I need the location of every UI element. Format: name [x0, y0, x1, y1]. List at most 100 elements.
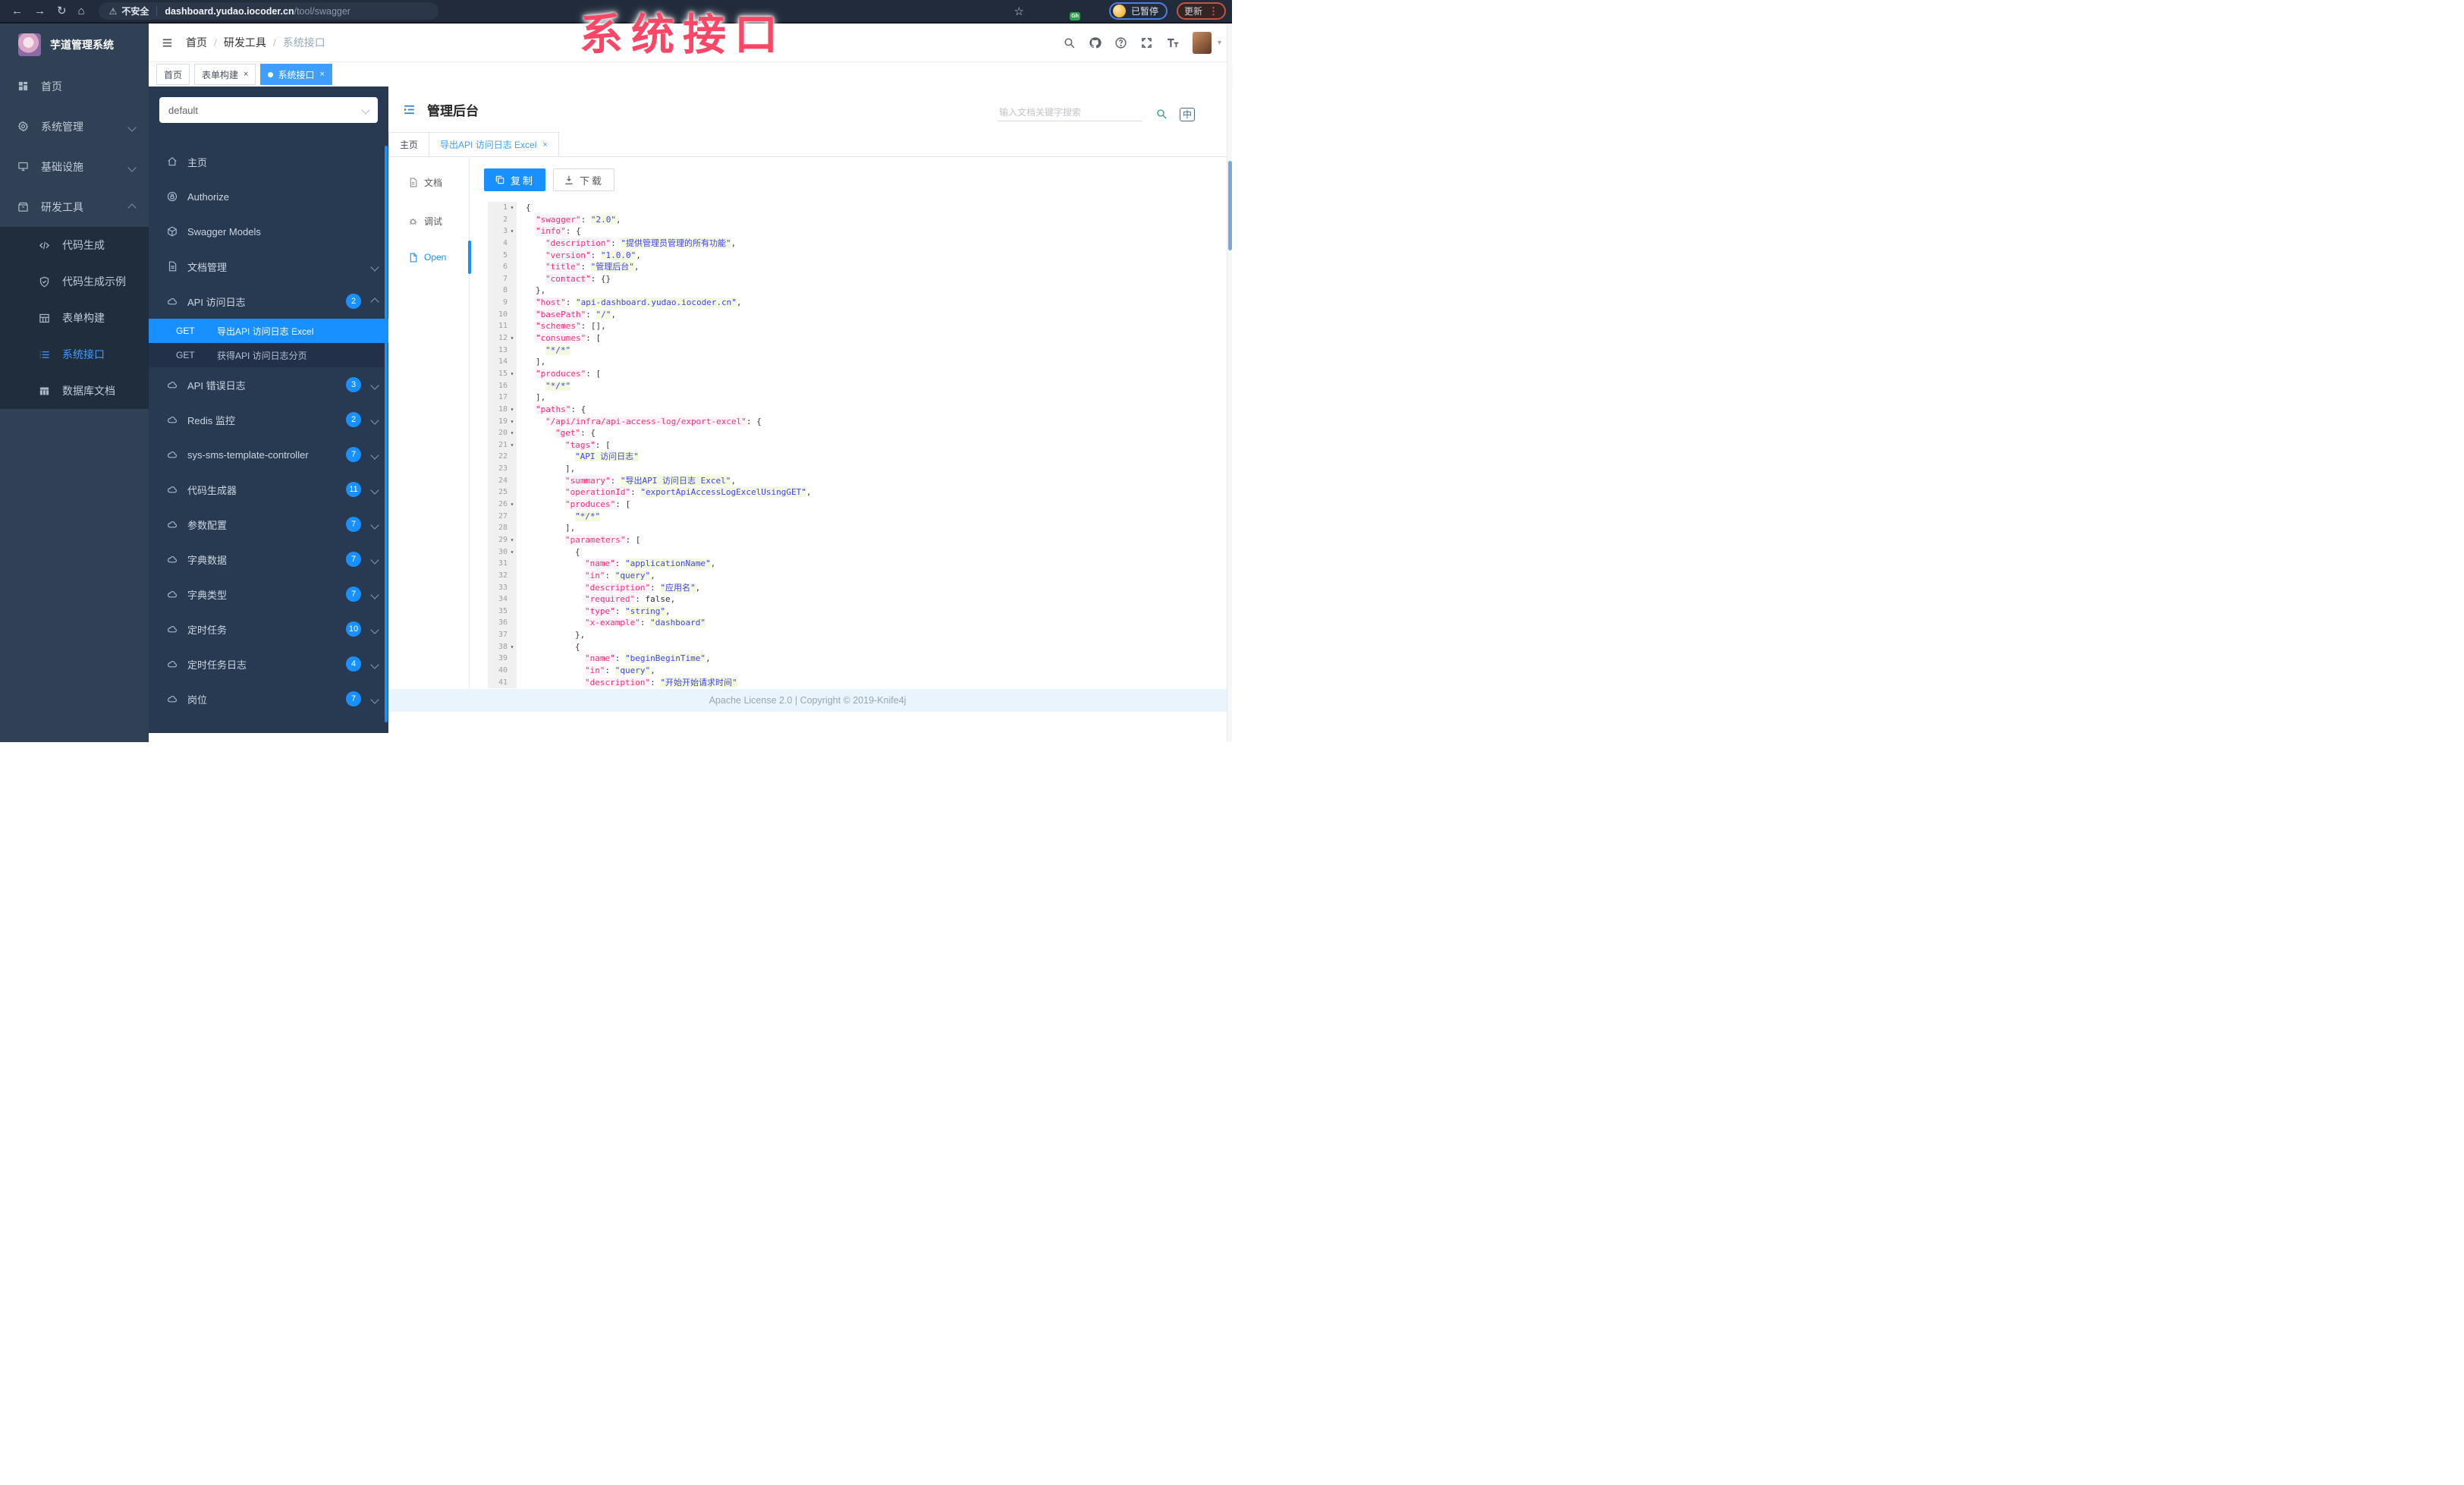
fold-toggle-icon[interactable]: ▾: [508, 332, 517, 345]
help-icon[interactable]: [1114, 36, 1127, 49]
fold-toggle-icon[interactable]: ▾: [508, 499, 517, 511]
fold-toggle-icon[interactable]: ▾: [508, 403, 517, 416]
page-scrollbar[interactable]: [1227, 24, 1232, 742]
chevron-down-icon[interactable]: [370, 484, 379, 496]
sidebar-item-2[interactable]: 基础设施: [0, 146, 149, 187]
app-sidebar: 芋道管理系统 首页 系统管理 基础设施 研发工具 代码生成 代码生成示例 表单构建 系统接口数…: [0, 24, 149, 742]
security-label[interactable]: 不安全: [121, 5, 149, 17]
chevron-up-icon[interactable]: [127, 201, 137, 213]
chevron-down-icon[interactable]: [370, 379, 379, 391]
profile-paused-pill[interactable]: 已暂停: [1108, 2, 1168, 20]
swagger-nav-item-4[interactable]: API 访问日志 2: [149, 284, 388, 319]
browser-home-icon[interactable]: ⌂: [78, 5, 85, 17]
doc-search-input[interactable]: [998, 104, 1145, 121]
sidebar-item-0[interactable]: 首页: [0, 66, 149, 106]
app-logo[interactable]: 芋道管理系统: [0, 24, 149, 66]
fold-toggle-icon[interactable]: ▾: [508, 640, 517, 653]
code-text: {: [575, 546, 580, 557]
breadcrumb-home[interactable]: 首页: [186, 35, 207, 50]
browser-reload-icon[interactable]: ↻: [57, 5, 67, 17]
chevron-down-icon[interactable]: [370, 624, 379, 635]
sidebar-item-3[interactable]: 研发工具: [0, 187, 149, 227]
operation-item-0[interactable]: GET 导出API 访问日志 Excel: [149, 319, 388, 343]
hamburger-icon[interactable]: [161, 36, 174, 49]
fold-toggle-icon[interactable]: ▾: [508, 439, 517, 451]
mini-nav-调试[interactable]: 调试: [388, 210, 469, 231]
chevron-down-icon[interactable]: [370, 554, 379, 565]
address-bar[interactable]: ⚠ 不安全 dashboard.yudao.iocoder.cn/tool/sw…: [98, 2, 438, 20]
chevron-down-icon[interactable]: [370, 589, 379, 600]
update-button[interactable]: 更新 ⋮: [1176, 2, 1226, 20]
chevron-down-icon[interactable]: [370, 261, 379, 272]
fold-toggle-icon[interactable]: ▾: [508, 546, 517, 558]
browser-back-icon[interactable]: ←: [11, 5, 23, 17]
font-size-icon[interactable]: [1166, 36, 1179, 49]
swagger-nav-item-0[interactable]: 主页: [149, 144, 388, 179]
sidebar-subitem-3[interactable]: 系统接口: [0, 336, 149, 373]
bookmark-star-icon[interactable]: ☆: [1014, 5, 1024, 18]
sidebar-subitem-0[interactable]: 代码生成: [0, 227, 149, 263]
collapse-menu-icon[interactable]: [402, 102, 416, 117]
swagger-nav-item-8[interactable]: 代码生成器 11: [149, 472, 388, 507]
browser-menu-icon[interactable]: ⋮: [1208, 6, 1218, 16]
swagger-nav-item-13[interactable]: 定时任务日志 4: [149, 647, 388, 681]
swagger-nav-item-14[interactable]: 岗位 7: [149, 681, 388, 716]
breadcrumb-tools[interactable]: 研发工具: [224, 35, 266, 50]
fold-toggle-icon[interactable]: ▾: [508, 427, 517, 439]
sidebar-subitem-1[interactable]: 代码生成示例: [0, 263, 149, 300]
code-editor[interactable]: 1 ▾{2 "swagger": "2.0", 3 ▾ "info": {4 "descri…: [488, 202, 1227, 689]
swagger-nav-item-1[interactable]: Authorize: [149, 179, 388, 214]
chevron-down-icon[interactable]: ▾: [1218, 39, 1221, 47]
sidebar-item-1[interactable]: 系统管理: [0, 106, 149, 146]
fullscreen-icon[interactable]: [1140, 36, 1153, 49]
sidebar-subitem-4[interactable]: 数据库文档: [0, 373, 149, 409]
doc-search-icon[interactable]: [1155, 108, 1168, 120]
swagger-nav-item-10[interactable]: 字典数据 7: [149, 542, 388, 577]
copy-button[interactable]: 复制: [484, 168, 546, 191]
search-icon[interactable]: [1063, 36, 1076, 49]
github-icon[interactable]: [1089, 36, 1102, 49]
swagger-nav-item-12[interactable]: 定时任务 10: [149, 612, 388, 647]
swagger-nav-item-6[interactable]: Redis 监控 2: [149, 402, 388, 437]
download-button[interactable]: 下载: [553, 168, 615, 191]
swagger-nav-item-11[interactable]: 字典类型 7: [149, 577, 388, 612]
fold-toggle-icon[interactable]: ▾: [508, 202, 517, 214]
api-group-select[interactable]: default: [159, 97, 378, 123]
chevron-up-icon[interactable]: [370, 296, 379, 307]
swagger-nav-item-7[interactable]: sys-sms-template-controller 7: [149, 437, 388, 472]
chevron-down-icon[interactable]: [370, 449, 379, 461]
tag-1[interactable]: 表单构建 ×: [194, 64, 256, 85]
code-line: 34 "required": false,: [488, 593, 1227, 606]
chevron-down-icon[interactable]: [370, 659, 379, 670]
operation-item-1[interactable]: GET 获得API 访问日志分页: [149, 343, 388, 367]
chevron-down-icon[interactable]: [370, 519, 379, 530]
fold-toggle-icon[interactable]: ▾: [508, 367, 517, 380]
sidebar-scrollbar[interactable]: [385, 146, 388, 722]
chevron-down-icon[interactable]: [127, 121, 137, 133]
doc-tab-0[interactable]: 主页: [388, 132, 430, 156]
page-scrollbar-thumb[interactable]: [1228, 161, 1232, 250]
sidebar-subitem-2[interactable]: 表单构建: [0, 300, 149, 336]
tag-0[interactable]: 首页: [156, 64, 190, 85]
language-toggle-icon[interactable]: 中: [1179, 107, 1195, 121]
mini-nav-文档[interactable]: 文档: [388, 171, 469, 193]
swagger-nav-item-9[interactable]: 参数配置 7: [149, 507, 388, 542]
swagger-nav-item-2[interactable]: Swagger Models: [149, 214, 388, 249]
mini-nav-open[interactable]: Open: [388, 241, 471, 274]
fold-toggle-icon[interactable]: ▾: [508, 225, 517, 238]
doc-tab-1[interactable]: 导出API 访问日志 Excel ×: [429, 132, 559, 156]
fold-toggle-icon[interactable]: ▾: [508, 415, 517, 428]
fold-toggle-icon[interactable]: ▾: [508, 533, 517, 546]
chevron-down-icon[interactable]: [370, 414, 379, 426]
tag-2[interactable]: 系统接口 ×: [260, 64, 332, 85]
code-line: 29 ▾ "parameters": [: [488, 533, 1227, 546]
tag-close-icon[interactable]: ×: [244, 70, 248, 79]
chevron-down-icon[interactable]: [127, 161, 137, 173]
doc-tab-close-icon[interactable]: ×: [542, 140, 547, 149]
user-avatar[interactable]: [1192, 31, 1212, 54]
chevron-down-icon[interactable]: [370, 694, 379, 705]
tag-close-icon[interactable]: ×: [319, 70, 324, 79]
swagger-nav-item-5[interactable]: API 错误日志 3: [149, 367, 388, 402]
browser-forward-icon[interactable]: →: [34, 5, 46, 17]
swagger-nav-item-3[interactable]: 文档管理: [149, 249, 388, 284]
